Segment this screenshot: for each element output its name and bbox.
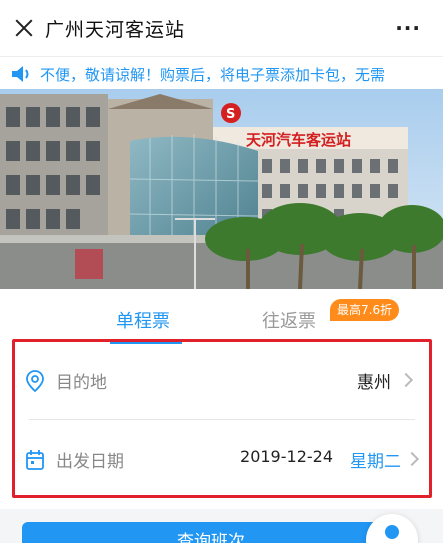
calendar-icon [26,450,44,470]
query-schedule-button[interactable]: 查询班次 [22,522,400,543]
destination-row[interactable]: 目的地 惠州 [15,342,429,418]
highlight-box: 目的地 惠州 出发日期 2019-12-24 星期二 [12,339,432,498]
service-avatar-icon [385,525,399,539]
close-icon[interactable] [13,17,35,39]
location-pin-icon [26,370,44,392]
row-divider [29,419,415,420]
weekday-value: 星期二 [350,452,401,472]
tab-oneway[interactable]: 单程票 [116,307,170,333]
tab-return[interactable]: 往返票 [262,307,316,333]
destination-label: 目的地 [56,373,107,393]
more-button[interactable]: ··· [395,16,421,40]
date-value: 2019-12-24 [240,447,333,466]
customer-service-button[interactable] [366,514,418,543]
page-title: 广州天河客运站 [45,19,186,41]
date-label: 出发日期 [56,452,124,472]
departure-date-row[interactable]: 出发日期 2019-12-24 星期二 [15,421,429,497]
ticket-search-card: 单程票 往返票 最高7.6折 目的地 惠州 出发日期 2019-12-24 星期… [0,289,443,509]
app-screen: 广州天河客运站 ··· 不便，敬请谅解！购票后，将电子票添加卡包，无需 天河汽车… [0,0,443,543]
destination-value: 惠州 [357,373,391,393]
notice-bar: 不便，敬请谅解！购票后，将电子票添加卡包，无需 [0,56,443,89]
chevron-right-icon [404,451,420,467]
station-banner-image: 天河汽车客运站 S [0,89,443,289]
notice-text: 不便，敬请谅解！购票后，将电子票添加卡包，无需 [40,66,386,84]
chevron-right-icon [398,372,414,388]
title-bar: 广州天河客运站 ··· [0,0,443,56]
speaker-icon [12,66,29,82]
svg-text:S: S [226,107,235,122]
discount-badge: 最高7.6折 [330,299,400,321]
station-sign: 天河汽车客运站 [246,131,351,149]
